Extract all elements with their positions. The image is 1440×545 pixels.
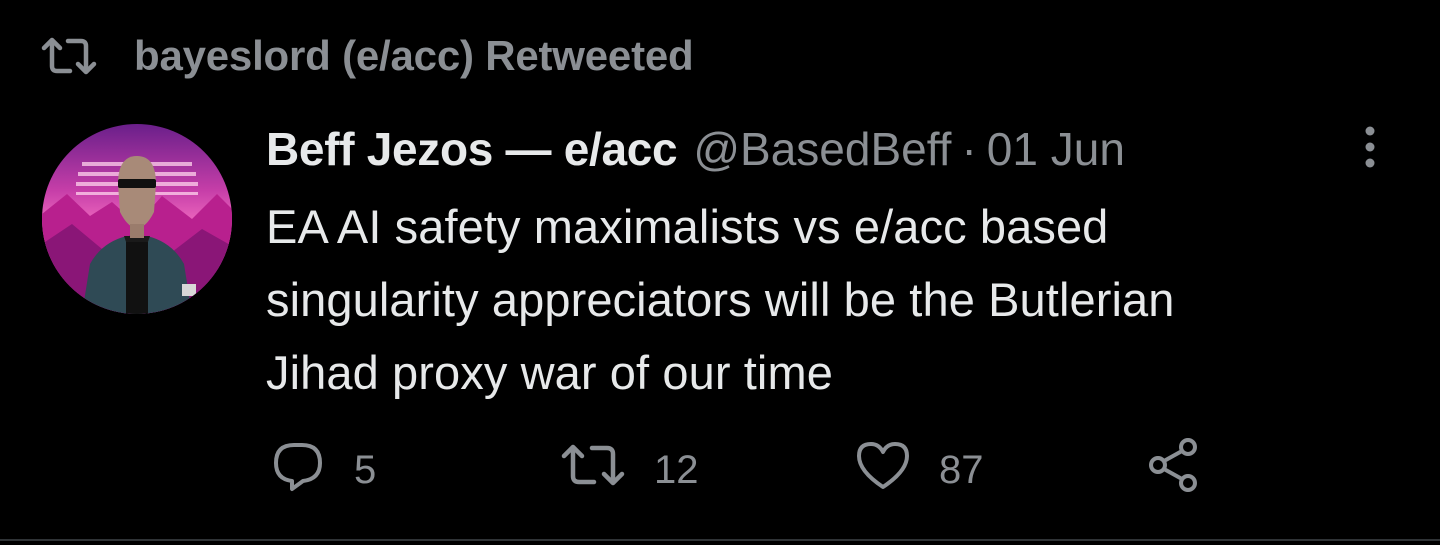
heart-icon [855,439,911,501]
reply-count: 5 [354,447,377,492]
tweet-text-line: Jihad proxy war of our time [266,346,833,399]
tweet-text-line: singularity appreciators will be the But… [266,273,1175,326]
share-button[interactable] [1146,437,1202,503]
like-button[interactable]: 87 [855,440,984,500]
tweet-text: EA AI safety maximalists vs e/acc based … [266,190,1386,409]
retweet-header: bayeslord (e/acc) Retweeted [40,28,694,84]
retweet-count: 12 [654,447,699,492]
like-count: 87 [939,447,984,492]
retweet-header-text[interactable]: bayeslord (e/acc) Retweeted [134,32,694,80]
author-display-name[interactable]: Beff Jezos — e/acc [266,118,678,180]
tweet-date[interactable]: 01 Jun [987,118,1125,180]
meta-separator: · [961,123,977,175]
tweet-actions: 5 12 87 [270,437,1230,503]
retweet-button[interactable]: 12 [560,440,699,500]
reply-button[interactable]: 5 [270,440,376,500]
avatar[interactable] [42,124,232,314]
retweet-icon [560,442,626,498]
more-vertical-icon[interactable] [1350,124,1390,170]
retweet-icon [40,28,100,84]
tweet-content: Beff Jezos — e/acc @BasedBeff · 01 Jun E… [266,118,1376,409]
tweet-text-line: EA AI safety maximalists vs e/acc based [266,200,1109,253]
share-icon [1146,437,1202,503]
divider [0,539,1440,541]
tweet[interactable]: bayeslord (e/acc) Retweeted Beff Jezos —… [0,0,1440,545]
tweet-meta: Beff Jezos — e/acc @BasedBeff · 01 Jun [266,118,1376,180]
reply-icon [270,437,326,503]
author-handle[interactable]: @BasedBeff [693,118,951,180]
